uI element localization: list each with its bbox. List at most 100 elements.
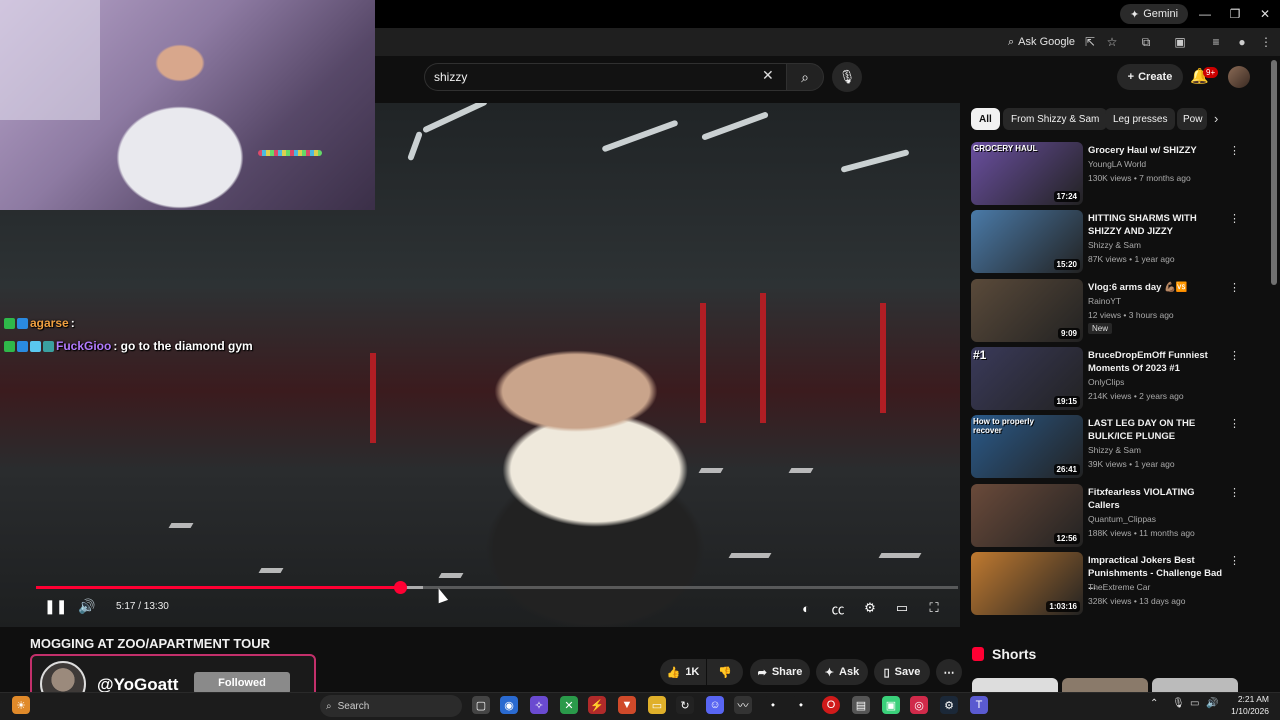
- settings-gear-icon[interactable]: ⚙: [858, 598, 882, 618]
- channel-name[interactable]: RainoYT: [1088, 296, 1121, 306]
- video-thumbnail[interactable]: 12:56: [971, 484, 1083, 547]
- channel-name[interactable]: OnlyClips: [1088, 377, 1124, 387]
- volume-icon[interactable]: 🔊: [78, 598, 95, 615]
- recommendation-title[interactable]: Vlog:6 arms day 💪🏽🆚: [1088, 281, 1226, 294]
- chip-all[interactable]: All: [971, 108, 1000, 130]
- minimize-button[interactable]: —: [1190, 4, 1220, 24]
- recommendation-item[interactable]: 15:20 HITTING SHARMS WITH SHIZZY AND JIZZ…: [971, 210, 1241, 274]
- dislike-button[interactable]: 👎: [707, 659, 743, 685]
- search-button[interactable]: ⌕: [786, 63, 824, 91]
- speaker-icon[interactable]: 🔊: [1206, 698, 1218, 709]
- app-icon[interactable]: ▣: [882, 696, 900, 714]
- gemini-button[interactable]: ✦ Gemini: [1120, 4, 1188, 24]
- file-explorer-icon[interactable]: ▭: [648, 696, 666, 714]
- voice-search-button[interactable]: 🎙: [832, 62, 862, 92]
- channel-name[interactable]: TheExtreme Car: [1088, 582, 1150, 592]
- more-vert-icon[interactable]: ⋮: [1229, 349, 1240, 362]
- steam-icon[interactable]: ⚙: [940, 696, 958, 714]
- profile-icon[interactable]: ●: [1232, 32, 1252, 52]
- reading-list-icon[interactable]: ≡: [1206, 32, 1226, 52]
- recommendation-item[interactable]: GROCERY HAUL 17:24 Grocery Haul w/ SHIZZY Y…: [971, 142, 1241, 206]
- save-button[interactable]: ▯ Save: [874, 659, 930, 685]
- network-icon[interactable]: ▭: [1190, 698, 1199, 709]
- account-avatar[interactable]: [1228, 66, 1250, 88]
- maximize-button[interactable]: ❐: [1220, 4, 1250, 24]
- chrome-icon[interactable]: ◉: [500, 696, 518, 714]
- app-icon[interactable]: ▤: [852, 696, 870, 714]
- fullscreen-icon[interactable]: ⛶: [922, 598, 946, 618]
- clear-search-icon[interactable]: ✕: [762, 67, 774, 84]
- clock-time[interactable]: 2:21 AM: [1229, 694, 1269, 704]
- teams-icon[interactable]: T: [970, 696, 988, 714]
- pause-icon[interactable]: ❚❚: [44, 598, 67, 615]
- task-view-icon[interactable]: ▢: [472, 696, 490, 714]
- brave-icon[interactable]: ▼: [618, 696, 636, 714]
- extensions-icon[interactable]: ⧉: [1136, 32, 1156, 52]
- video-thumbnail[interactable]: 9:09: [971, 279, 1083, 342]
- share-button[interactable]: ➦ Share: [750, 659, 810, 685]
- bookmark-star-icon[interactable]: ☆: [1102, 32, 1122, 52]
- xbox-icon[interactable]: ✕: [560, 696, 578, 714]
- recommendation-item[interactable]: 12:56 Fitxfearless VIOLATING Callers Quant…: [971, 484, 1241, 548]
- ask-button[interactable]: ✦ Ask: [816, 659, 868, 685]
- video-thumbnail[interactable]: #1 19:15: [971, 347, 1083, 410]
- ask-google-button[interactable]: ⌕ Ask Google: [1008, 32, 1075, 52]
- search-input[interactable]: [424, 63, 786, 91]
- video-thumbnail[interactable]: GROCERY HAUL 17:24: [971, 142, 1083, 205]
- app-icon[interactable]: ⚡: [588, 696, 606, 714]
- create-button[interactable]: + Create: [1117, 64, 1183, 90]
- more-vert-icon[interactable]: ⋮: [1229, 417, 1240, 430]
- close-window-button[interactable]: ✕: [1250, 4, 1280, 24]
- tray-chevron-icon[interactable]: ⌃: [1150, 698, 1158, 709]
- recommendation-item[interactable]: How to properly recover 26:41 LAST LEG DAY…: [971, 415, 1241, 479]
- more-vert-icon[interactable]: ⋮: [1229, 144, 1240, 157]
- chip-pow[interactable]: Pow: [1177, 108, 1207, 130]
- opera-icon[interactable]: O: [822, 696, 840, 714]
- more-vert-icon[interactable]: ⋮: [1229, 554, 1240, 567]
- copilot-icon[interactable]: ✧: [530, 696, 548, 714]
- app-icon[interactable]: ↻: [676, 696, 694, 714]
- chevron-right-icon[interactable]: ›: [1214, 111, 1218, 126]
- more-actions-button[interactable]: ⋯: [936, 659, 962, 685]
- recommendation-item[interactable]: 9:09 Vlog:6 arms day 💪🏽🆚 RainoYT 12 views •…: [971, 279, 1241, 343]
- recommendation-title[interactable]: Grocery Haul w/ SHIZZY: [1088, 144, 1226, 157]
- autoplay-toggle-icon[interactable]: ◐: [794, 598, 818, 618]
- app-icon[interactable]: 〰: [734, 696, 752, 714]
- recommendation-title[interactable]: HITTING SHARMS WITH SHIZZY AND JIZZY: [1088, 212, 1226, 238]
- channel-name[interactable]: Shizzy & Sam: [1088, 240, 1141, 250]
- more-vert-icon[interactable]: ⋮: [1229, 212, 1240, 225]
- short-thumbnail[interactable]: [972, 678, 1058, 692]
- clock-date[interactable]: 1/10/2026: [1222, 706, 1269, 716]
- video-thumbnail[interactable]: How to properly recover 26:41: [971, 415, 1083, 478]
- app-icon[interactable]: ⬩: [764, 696, 782, 714]
- chip-leg-presses[interactable]: Leg presses: [1105, 108, 1176, 130]
- app-icon[interactable]: ⬩: [792, 696, 810, 714]
- short-thumbnail[interactable]: [1062, 678, 1148, 692]
- mic-tray-icon[interactable]: 🎙: [1172, 698, 1185, 709]
- page-scrollbar[interactable]: [1271, 60, 1277, 285]
- recommendation-title[interactable]: Fitxfearless VIOLATING Callers: [1088, 486, 1226, 512]
- channel-name[interactable]: Shizzy & Sam: [1088, 445, 1141, 455]
- like-button[interactable]: 👍 1K: [660, 659, 706, 685]
- followed-button[interactable]: Followed: [194, 672, 290, 694]
- chip-from-channel[interactable]: From Shizzy & Sam: [1003, 108, 1108, 130]
- channel-name[interactable]: YoungLA World: [1088, 159, 1146, 169]
- short-thumbnail[interactable]: [1152, 678, 1238, 692]
- discord-icon[interactable]: ☺: [706, 696, 724, 714]
- search-query[interactable]: shizzy: [434, 70, 467, 84]
- taskbar-search[interactable]: ⌕ Search: [320, 695, 462, 717]
- recommendation-title[interactable]: BruceDropEmOff Funniest Moments Of 2023 …: [1088, 349, 1226, 375]
- recommendation-item[interactable]: 1:03:16 Impractical Jokers Best Punishmen…: [971, 552, 1241, 616]
- channel-name[interactable]: Quantum_Clippas: [1088, 514, 1156, 524]
- weather-widget-icon[interactable]: ☀: [12, 696, 30, 714]
- split-view-icon[interactable]: ▣: [1170, 32, 1190, 52]
- recommendation-title[interactable]: LAST LEG DAY ON THE BULK/ICE PLUNGE: [1088, 417, 1226, 443]
- app-icon[interactable]: ◎: [910, 696, 928, 714]
- theater-mode-icon[interactable]: ▭: [890, 598, 914, 618]
- install-icon[interactable]: ⇱: [1080, 32, 1100, 52]
- captions-icon[interactable]: ㏄: [826, 598, 850, 618]
- more-vert-icon[interactable]: ⋮: [1229, 486, 1240, 499]
- video-thumbnail[interactable]: 1:03:16: [971, 552, 1083, 615]
- browser-menu-icon[interactable]: ⋮: [1256, 32, 1276, 52]
- video-thumbnail[interactable]: 15:20: [971, 210, 1083, 273]
